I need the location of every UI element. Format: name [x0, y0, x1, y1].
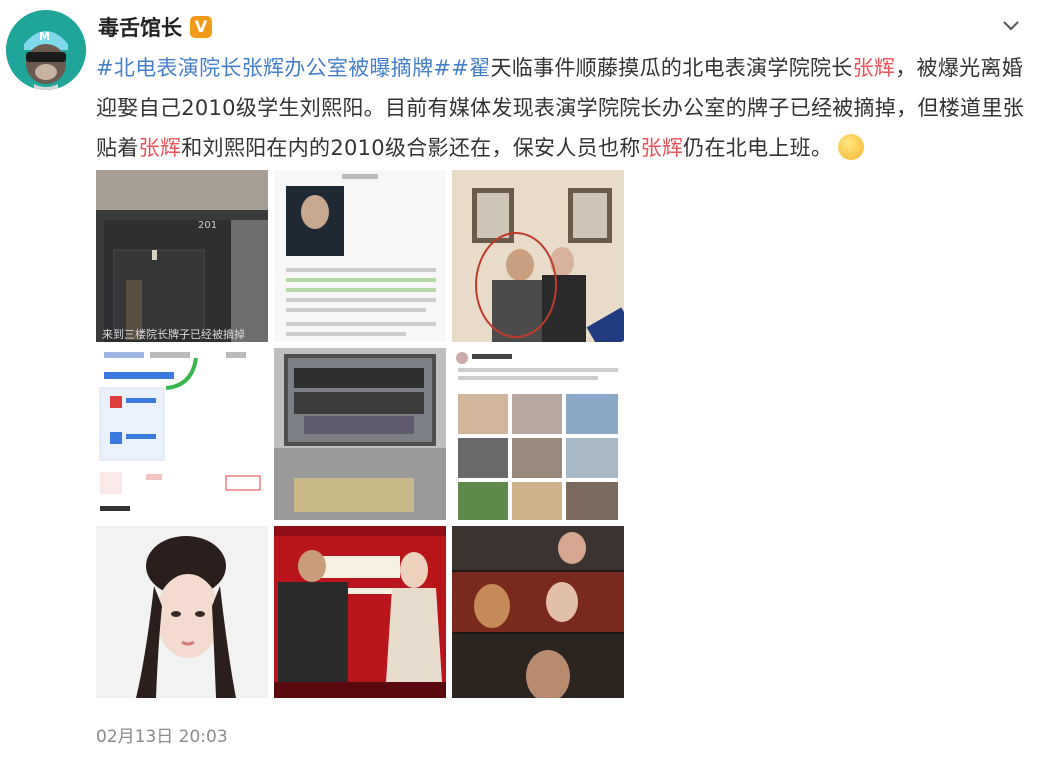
door-number: 201 [198, 220, 218, 231]
avatar[interactable]: M [6, 10, 86, 90]
post-timestamp[interactable]: 02月13日 20:03 [96, 722, 228, 747]
image-movie-poster[interactable] [274, 526, 446, 698]
image-grid: 201 来到三楼院长牌子已经被摘掉 [96, 170, 624, 698]
svg-text:M: M [39, 30, 50, 43]
post-text-segment: 仍在北电上班。 [683, 136, 833, 160]
author-name[interactable]: 毒舌馆长 [98, 12, 182, 42]
author-name-row: 毒舌馆长 V [98, 12, 212, 42]
highlighted-name: 张辉 [138, 136, 182, 160]
image-caption: 来到三楼院长牌子已经被摘掉 [102, 328, 245, 341]
image-class-group-photo[interactable] [274, 348, 446, 520]
hashtag-link-2[interactable]: #翟 [451, 56, 490, 80]
monkey-avatar-icon: M [6, 10, 86, 90]
highlighted-name: 张辉 [852, 56, 896, 80]
post-text-segment: 和刘熙阳在内的2010级合影还在，保安人员也称 [181, 136, 641, 160]
highlighted-name: 张辉 [640, 136, 684, 160]
image-woman-portrait[interactable] [96, 526, 268, 698]
image-social-profile-collage[interactable] [452, 348, 624, 520]
image-video-stills[interactable] [452, 526, 624, 698]
image-profile-document[interactable] [274, 170, 446, 342]
image-two-men-portraits[interactable] [452, 170, 624, 342]
chevron-down-icon[interactable] [1000, 14, 1022, 36]
image-office-door[interactable]: 201 来到三楼院长牌子已经被摘掉 [96, 170, 268, 342]
image-company-info-screenshot[interactable] [96, 348, 268, 520]
drooling-face-emoji-icon [838, 134, 865, 160]
post-text: #北电表演院长张辉办公室被曝摘牌##翟天临事件顺藤摸瓜的北电表演学院院长张辉，被… [96, 48, 1026, 168]
post-text-segment: 天临事件顺藤摸瓜的北电表演学院院长 [490, 56, 853, 80]
hashtag-link[interactable]: #北电表演院长张辉办公室被曝摘牌# [96, 56, 451, 80]
verified-badge-icon: V [190, 16, 212, 38]
